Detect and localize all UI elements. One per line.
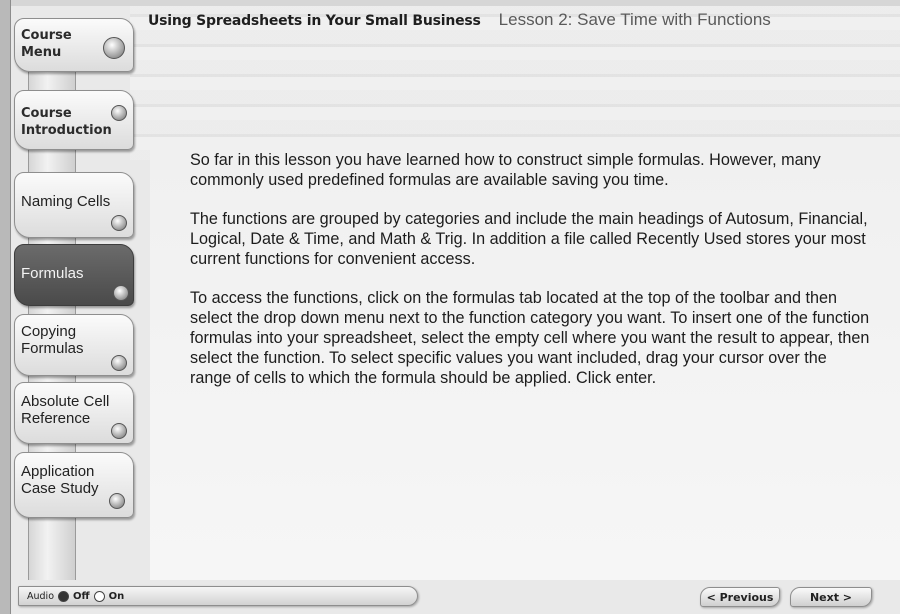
footer-bar: Audio Off On < Previous Next > (10, 578, 900, 614)
sidebar-item-label: Course Introduction (21, 105, 112, 139)
lesson-paragraph: So far in this lesson you have learned h… (190, 151, 821, 189)
sidebar-item-naming-cells[interactable]: Naming Cells (14, 172, 134, 238)
course-title: Using Spreadsheets in Your Small Busines… (148, 13, 481, 29)
lesson-paragraph: To access the functions, click on the fo… (190, 289, 870, 387)
sidebar-item-label-line1: Copying (21, 323, 77, 340)
sidebar-item-label-line1: Absolute Cell (21, 393, 110, 410)
case-study-knob-icon (109, 493, 125, 509)
sidebar-item-label-line2: Formulas (21, 340, 84, 357)
copying-formulas-knob-icon (111, 355, 127, 371)
sidebar-item-label: Formulas (21, 265, 84, 282)
audio-off-radio[interactable] (58, 590, 70, 602)
sidebar-item-label-line2: Menu (21, 45, 62, 60)
naming-cells-knob-icon (111, 215, 127, 231)
audio-on-label[interactable]: On (109, 591, 125, 602)
lesson-content: So far in this lesson you have learned h… (190, 150, 870, 407)
sidebar-item-label-line1: Course (21, 106, 72, 121)
course-navigation-sidebar: Course Menu Course Introduction Naming C… (0, 0, 150, 614)
sidebar-item-label-line1: Application (21, 463, 95, 480)
sidebar-item-course-introduction[interactable]: Course Introduction (14, 90, 134, 150)
sidebar-item-label: Naming Cells (21, 193, 111, 210)
sidebar-item-application-case-study[interactable]: Application Case Study (14, 452, 134, 518)
sidebar-item-label-line2: Reference (21, 410, 91, 427)
course-window: Using Spreadsheets in Your Small Busines… (0, 0, 900, 614)
header: Using Spreadsheets in Your Small Busines… (148, 10, 888, 40)
audio-off-label[interactable]: Off (73, 591, 90, 602)
sidebar-item-label: Application Case Study (21, 463, 99, 497)
menu-knob-icon (103, 37, 125, 59)
introduction-knob-icon (111, 105, 127, 121)
sidebar-item-formulas[interactable]: Formulas (14, 244, 134, 306)
sidebar-item-label-line2: Case Study (21, 480, 99, 497)
sidebar-item-label-line1: Course (21, 28, 72, 43)
sidebar-item-label: Absolute Cell Reference (21, 393, 109, 427)
formulas-knob-icon (113, 285, 129, 301)
audio-on-radio[interactable] (93, 590, 105, 602)
next-button[interactable]: Next > (790, 587, 872, 607)
sidebar-item-label: Copying Formulas (21, 323, 84, 357)
absolute-reference-knob-icon (111, 423, 127, 439)
sidebar-item-copying-formulas[interactable]: Copying Formulas (14, 314, 134, 376)
sidebar-item-label-line2: Introduction (21, 123, 112, 138)
audio-toggle: Audio Off On (18, 586, 418, 606)
sidebar-item-absolute-cell-reference[interactable]: Absolute Cell Reference (14, 382, 134, 444)
lesson-paragraph: The functions are grouped by categories … (190, 210, 868, 268)
sidebar-item-label: Course Menu (21, 27, 72, 61)
lesson-title: Lesson 2: Save Time with Functions (498, 10, 771, 29)
sidebar-item-course-menu[interactable]: Course Menu (14, 18, 134, 72)
audio-label: Audio (27, 590, 55, 602)
previous-button[interactable]: < Previous (700, 587, 780, 607)
